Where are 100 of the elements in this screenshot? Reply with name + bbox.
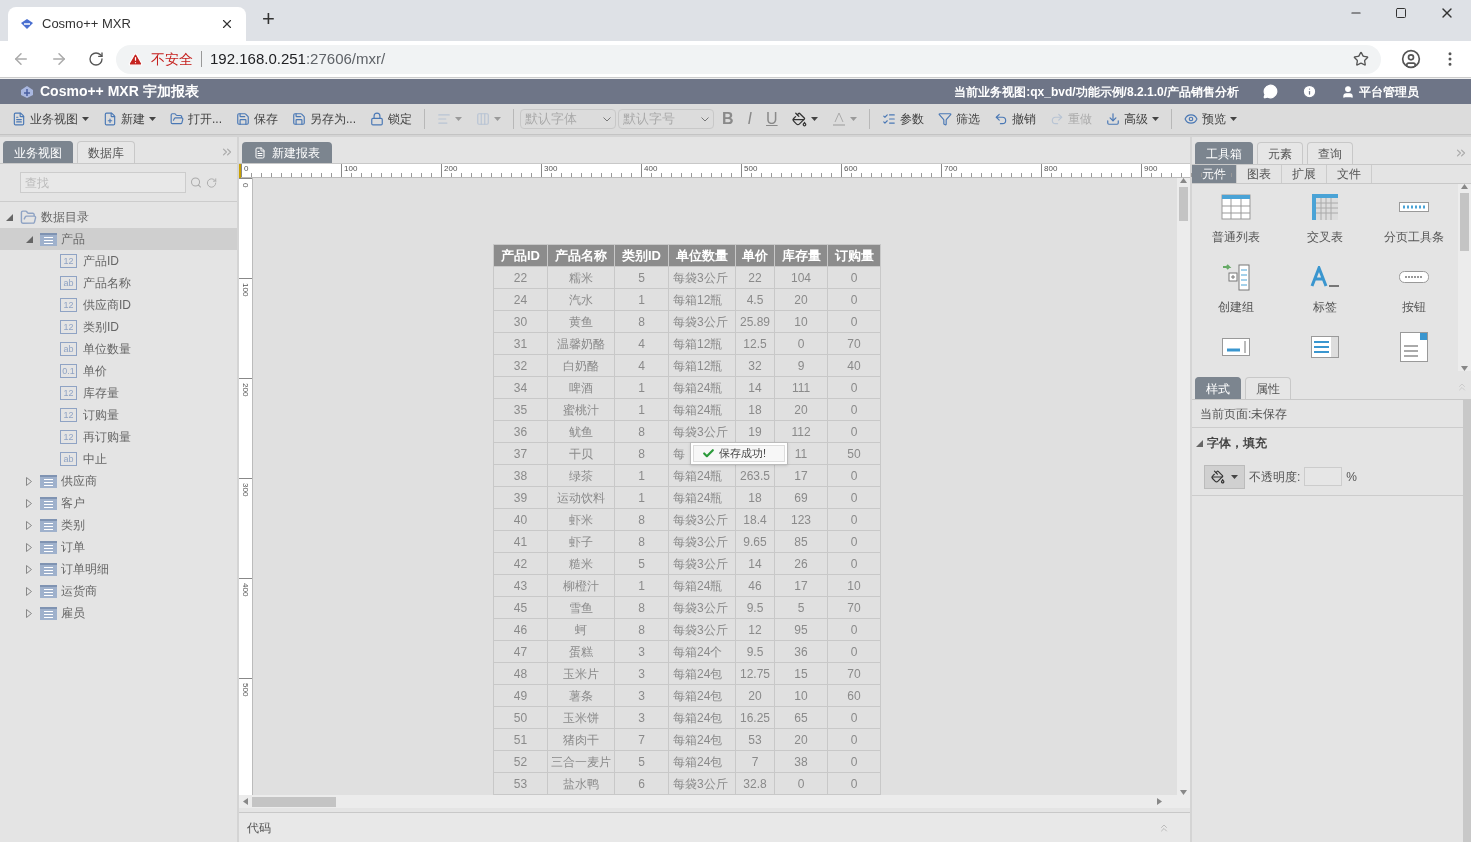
properties-scrollbar[interactable] (1463, 400, 1471, 842)
table-cell: 每袋3公斤 (673, 600, 728, 615)
table-cell: 0 (850, 490, 858, 505)
component-item[interactable]: 按钮 (1369, 262, 1458, 332)
scrollbar-thumb[interactable] (1179, 187, 1188, 221)
toolbar-button[interactable]: 锁定 (364, 107, 419, 131)
maximize-icon[interactable] (1395, 7, 1407, 19)
table-cell: 1 (638, 578, 645, 593)
toolbar-button[interactable]: 参数 (875, 107, 930, 131)
panel-tab[interactable]: 业务视图 (3, 141, 73, 163)
panel-tab[interactable]: 工具箱 (1195, 142, 1253, 164)
table-cell: 0 (850, 556, 858, 571)
horizontal-scrollbar[interactable] (239, 795, 1190, 808)
user-name[interactable]: 平台管理员 (1359, 82, 1419, 101)
panel-tab[interactable]: 数据库 (77, 141, 135, 163)
collapsed-icon[interactable] (26, 586, 32, 596)
subtab[interactable]: 文件 (1327, 165, 1372, 183)
field-type-icon: 12 (60, 430, 77, 444)
profile-icon[interactable] (1401, 49, 1421, 69)
table-cell: 9.5 (746, 600, 764, 615)
table-cell: 32 (748, 358, 762, 373)
scrollbar-thumb[interactable] (252, 796, 336, 807)
toolbar-button[interactable]: 另存为... (286, 107, 363, 131)
table-cell: 鱿鱼 (569, 424, 593, 439)
tree-item[interactable]: 数据目录 (41, 208, 89, 226)
lock-icon (370, 112, 385, 126)
collapsed-icon[interactable] (26, 564, 32, 574)
scroll-up-icon[interactable] (1461, 184, 1468, 189)
expanded-icon[interactable] (1196, 439, 1203, 447)
tree-item[interactable]: 供应商ID (83, 296, 131, 314)
tree-item[interactable]: 订购量 (83, 406, 119, 424)
scroll-right-icon[interactable] (1157, 798, 1162, 805)
tree-item[interactable]: 客户 (61, 494, 85, 512)
tree-item[interactable]: 雇员 (61, 604, 85, 622)
tree-item[interactable]: 供应商 (61, 472, 97, 490)
tree-item[interactable]: 单价 (83, 362, 107, 380)
subtab[interactable]: 扩展 (1282, 165, 1327, 183)
collapsed-icon[interactable] (26, 608, 32, 618)
collapse-icon[interactable] (220, 145, 234, 159)
toolbar-button[interactable]: 撤销 (987, 107, 1042, 131)
tree-item[interactable]: 单位数量 (83, 340, 131, 358)
component-item[interactable]: 普通列表 (1192, 192, 1281, 262)
toolbar-button[interactable]: 预览 (1177, 107, 1243, 131)
collapse-icon[interactable] (1454, 146, 1468, 160)
component-item[interactable]: 交叉表 (1280, 192, 1370, 262)
scroll-down-icon[interactable] (1461, 366, 1468, 371)
scrollbar-thumb[interactable] (1460, 193, 1469, 251)
opacity-field[interactable] (1304, 467, 1343, 486)
tree-item[interactable]: 订单 (61, 538, 85, 556)
collapsed-icon[interactable] (26, 542, 32, 552)
search-icon[interactable] (189, 176, 202, 189)
reload-icon[interactable] (88, 51, 104, 67)
refresh-icon[interactable] (205, 176, 217, 189)
tree-item[interactable]: 库存量 (83, 384, 119, 402)
editor-tab[interactable]: 新建报表 (242, 142, 332, 163)
tree-item[interactable]: 中止 (83, 450, 107, 468)
tree-item[interactable]: 产品ID (83, 252, 119, 270)
scroll-left-icon[interactable] (243, 798, 248, 805)
tree-item[interactable]: 再订购量 (83, 428, 131, 446)
section-title[interactable]: 字体，填充 (1207, 434, 1267, 452)
forward-icon[interactable] (50, 50, 68, 68)
panel-tab[interactable]: 样式 (1195, 377, 1241, 399)
new-tab-button[interactable]: + (262, 2, 275, 35)
vertical-scrollbar[interactable] (1177, 178, 1190, 795)
toolbar-button[interactable]: 保存 (230, 107, 284, 131)
tree-item[interactable]: 产品名称 (83, 274, 131, 292)
subtab[interactable]: 图表 (1237, 165, 1282, 183)
tree-item[interactable]: 订单明细 (61, 560, 109, 578)
info-icon[interactable] (1302, 84, 1317, 99)
toolbar-button[interactable]: 业务视图 (6, 107, 95, 131)
collapsed-icon[interactable] (26, 476, 32, 486)
browser-tab[interactable]: Cosmo++ MXR (8, 7, 246, 41)
close-icon[interactable] (220, 17, 234, 31)
tree-item[interactable]: 产品 (61, 230, 85, 248)
chat-icon[interactable] (1263, 84, 1278, 99)
toolbar-button[interactable]: 新建 (97, 107, 162, 131)
component-item[interactable]: 分页工具条 (1369, 192, 1458, 262)
table-cell: 11 (794, 446, 808, 461)
tree-item[interactable]: 类别 (61, 516, 85, 534)
collapsed-icon[interactable] (26, 498, 32, 508)
bookmark-icon[interactable] (1353, 51, 1369, 67)
toolbar-button[interactable]: 高级 (1099, 107, 1165, 131)
component-item[interactable]: 标签 (1280, 262, 1370, 332)
fill-color-button[interactable] (1204, 464, 1245, 489)
tree-item[interactable]: 类别ID (83, 318, 119, 336)
panel-tab[interactable]: 元素 (1257, 142, 1303, 164)
panel-tab[interactable]: 查询 (1307, 142, 1353, 164)
panel-tab[interactable]: 属性 (1245, 377, 1291, 399)
address-bar[interactable]: 不安全 192.168.0.251:27606/mxr/ (116, 44, 1381, 74)
tree-item[interactable]: 运货商 (61, 582, 97, 600)
component-item[interactable]: 创建组 (1192, 262, 1281, 332)
collapsed-icon[interactable] (26, 520, 32, 530)
back-icon[interactable] (12, 50, 30, 68)
table-cell: 15 (794, 666, 808, 681)
table-cell: 41 (513, 534, 528, 549)
toolbox-scrollbar[interactable] (1458, 184, 1471, 371)
expanded-icon[interactable] (6, 213, 13, 221)
toolbar-button[interactable]: 筛选 (931, 107, 986, 131)
expanded-icon[interactable] (26, 235, 33, 243)
toolbar-button[interactable]: 打开... (164, 107, 228, 131)
